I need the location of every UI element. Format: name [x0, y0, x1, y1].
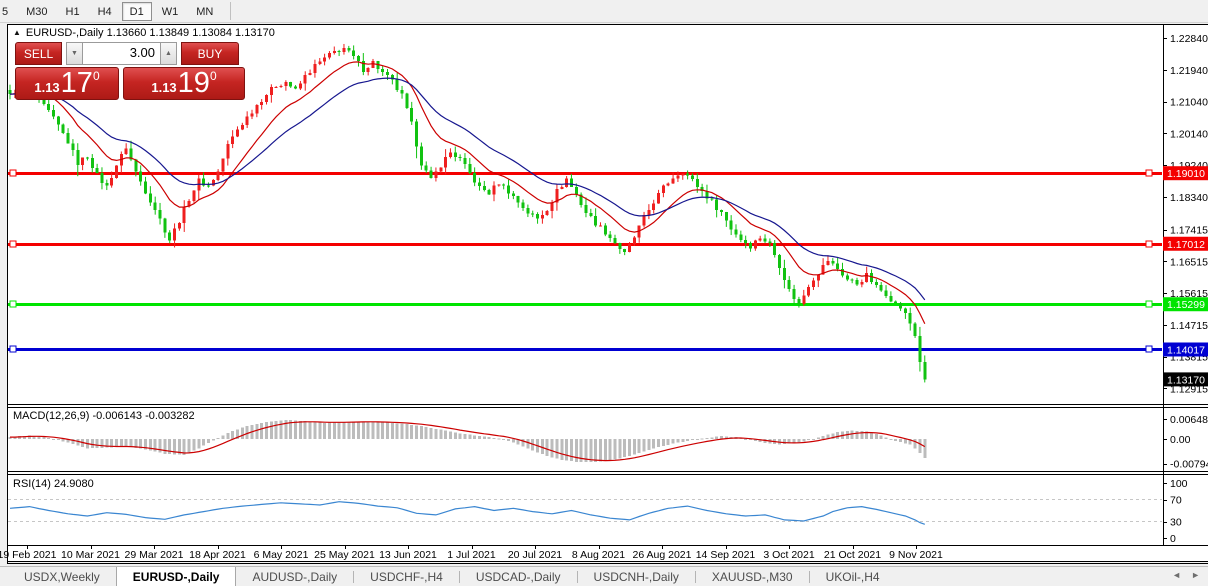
price-axis: 1.22840 1.21940 1.21040 1.20140 1.19240 1.183…: [1163, 33, 1208, 395]
tab-usdchf-h4[interactable]: USDCHF-,H4: [354, 567, 459, 586]
tab-usdcad-daily[interactable]: USDCAD-,Daily: [460, 567, 577, 586]
one-click-trading-panel: SELL ▼ 3.00 ▲ BUY 1.13 17 0 1.13 19 0: [15, 42, 245, 100]
svg-text:20 Jul 2021: 20 Jul 2021: [508, 549, 562, 561]
price-axis-chips: 1.19010 1.17012 1.15299 1.14017 1.13170: [1163, 166, 1208, 386]
bid-price-big: 17: [61, 69, 93, 98]
ask-price-big: 19: [178, 69, 210, 98]
ask-price-small: 1.13: [151, 80, 176, 95]
svg-text:1.14715: 1.14715: [1170, 320, 1208, 332]
svg-text:0.006485: 0.006485: [1170, 414, 1208, 426]
svg-text:1.13815: 1.13815: [1170, 352, 1208, 364]
rsi-line: [10, 502, 925, 525]
svg-text:1.17012: 1.17012: [1167, 239, 1205, 251]
svg-text:1.19010: 1.19010: [1167, 168, 1205, 180]
bid-price-small: 1.13: [34, 80, 59, 95]
svg-text:29 Mar 2021: 29 Mar 2021: [125, 549, 184, 561]
svg-text:1.17415: 1.17415: [1170, 225, 1208, 237]
timeframe-w1[interactable]: W1: [154, 2, 187, 21]
collapse-panel-icon[interactable]: ▲: [13, 28, 21, 37]
timeframe-mn[interactable]: MN: [188, 2, 221, 21]
svg-text:70: 70: [1170, 495, 1182, 507]
chart-ohlc-label: EURUSD-,Daily 1.13660 1.13849 1.13084 1.…: [26, 27, 275, 39]
ask-price-button[interactable]: 1.13 19 0: [123, 67, 245, 100]
svg-text:19 Feb 2021: 19 Feb 2021: [0, 549, 57, 561]
svg-text:0: 0: [1170, 533, 1176, 545]
tab-ukoil-h4[interactable]: UKOil-,H4: [810, 567, 896, 586]
svg-text:26 Aug 2021: 26 Aug 2021: [633, 549, 692, 561]
rsi-pane: [8, 500, 1162, 525]
chart-background: [8, 25, 1208, 562]
svg-text:1.22840: 1.22840: [1170, 33, 1208, 45]
sell-button[interactable]: SELL: [15, 42, 62, 65]
svg-text:18 Apr 2021: 18 Apr 2021: [189, 549, 246, 561]
macd-histogram: [9, 420, 927, 462]
svg-text:1.15615: 1.15615: [1170, 288, 1208, 300]
svg-text:9 Nov 2021: 9 Nov 2021: [889, 549, 943, 561]
moving-average-lines: [10, 62, 925, 324]
volume-decrease-button[interactable]: ▼: [66, 42, 83, 65]
macd-indicator-label: MACD(12,26,9) -0.006143 -0.003282: [13, 410, 195, 422]
date-axis: 19 Feb 2021 10 Mar 2021 29 Mar 2021 18 Apr …: [0, 546, 943, 561]
svg-text:1.12915: 1.12915: [1170, 383, 1208, 395]
svg-text:1.21940: 1.21940: [1170, 65, 1208, 77]
svg-text:1.16515: 1.16515: [1170, 256, 1208, 268]
svg-text:1.15299: 1.15299: [1167, 299, 1205, 311]
tab-usdx-weekly[interactable]: USDX,Weekly: [8, 567, 116, 586]
toolbar-separator: [230, 2, 231, 20]
svg-text:1.19240: 1.19240: [1170, 160, 1208, 172]
svg-text:1.21040: 1.21040: [1170, 97, 1208, 109]
svg-text:14 Sep 2021: 14 Sep 2021: [696, 549, 756, 561]
volume-increase-button[interactable]: ▲: [160, 42, 177, 65]
bid-price-button[interactable]: 1.13 17 0: [15, 67, 119, 100]
volume-input[interactable]: 3.00: [83, 42, 160, 65]
svg-text:1.18340: 1.18340: [1170, 192, 1208, 204]
svg-text:25 May 2021: 25 May 2021: [314, 549, 375, 561]
svg-text:0.00: 0.00: [1170, 434, 1191, 446]
timeframe-m30[interactable]: M30: [18, 2, 55, 21]
svg-text:3 Oct 2021: 3 Oct 2021: [763, 549, 815, 561]
timeframe-toolbar: 5M30H1H4D1W1MN: [0, 0, 1208, 23]
macd-signal-line: [10, 422, 925, 461]
svg-text:30: 30: [1170, 517, 1182, 529]
tab-usdcnh-daily[interactable]: USDCNH-,Daily: [578, 567, 695, 586]
bid-price-sup: 0: [93, 69, 100, 83]
svg-text:8 Aug 2021: 8 Aug 2021: [572, 549, 625, 561]
svg-text:1 Jul 2021: 1 Jul 2021: [447, 549, 496, 561]
macd-axis: 0.006485 0.00 -0.007947: [1163, 414, 1208, 471]
svg-text:100: 100: [1170, 478, 1188, 490]
chart-tab-bar: USDX,WeeklyEURUSD-,DailyAUDUSD-,DailyUSD…: [0, 566, 1208, 586]
tab-scroll-right-icon[interactable]: ►: [1191, 570, 1200, 580]
timeframe-5[interactable]: 5: [0, 2, 16, 21]
ask-price-sup: 0: [210, 69, 217, 83]
timeframe-d1[interactable]: D1: [122, 2, 152, 21]
horizontal-level-lines[interactable]: [8, 170, 1162, 352]
timeframe-h1[interactable]: H1: [58, 2, 88, 21]
tab-xauusd-m30[interactable]: XAUUSD-,M30: [696, 567, 809, 586]
chart-header: ▲ EURUSD-,Daily 1.13660 1.13849 1.13084 1…: [13, 27, 275, 39]
buy-button[interactable]: BUY: [181, 42, 239, 65]
svg-text:21 Oct 2021: 21 Oct 2021: [824, 549, 881, 561]
svg-text:13 Jun 2021: 13 Jun 2021: [379, 549, 437, 561]
rsi-indicator-label: RSI(14) 24.9080: [13, 478, 94, 490]
svg-text:10 Mar 2021: 10 Mar 2021: [61, 549, 120, 561]
rsi-axis: 100 70 30 0: [1163, 478, 1188, 545]
mt4-chart-window: 1.22840 1.21940 1.21040 1.20140 1.19240 1.183…: [0, 0, 1208, 586]
tab-eurusd-daily[interactable]: EURUSD-,Daily: [116, 567, 237, 586]
tab-audusd-daily[interactable]: AUDUSD-,Daily: [236, 567, 353, 586]
tab-scroll-left-icon[interactable]: ◄: [1172, 570, 1181, 580]
timeframe-h4[interactable]: H4: [90, 2, 120, 21]
svg-text:1.13170: 1.13170: [1167, 374, 1205, 386]
svg-text:1.14017: 1.14017: [1167, 344, 1205, 356]
chart-frame: [7, 24, 1208, 564]
svg-text:-0.007947: -0.007947: [1170, 459, 1208, 471]
svg-text:1.20140: 1.20140: [1170, 128, 1208, 140]
svg-text:6 May 2021: 6 May 2021: [254, 549, 309, 561]
